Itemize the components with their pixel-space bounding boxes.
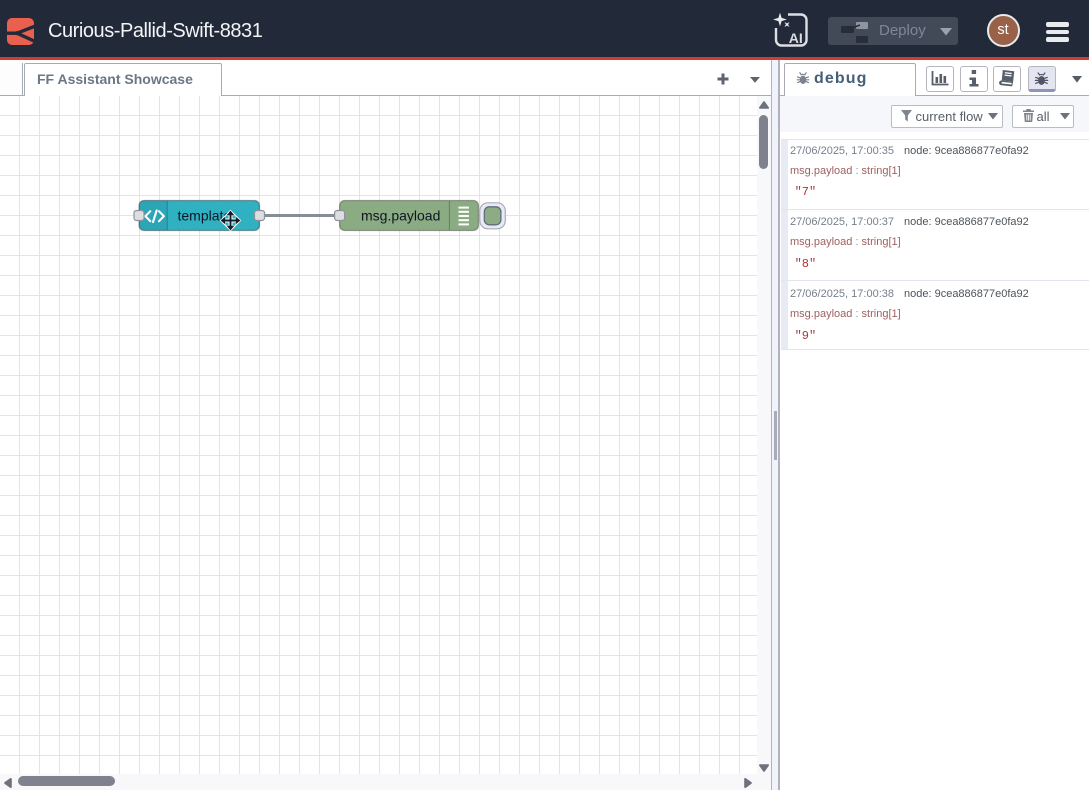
svg-text:msg.payload: msg.payload [361,207,440,223]
svg-text:AI: AI [789,30,803,46]
